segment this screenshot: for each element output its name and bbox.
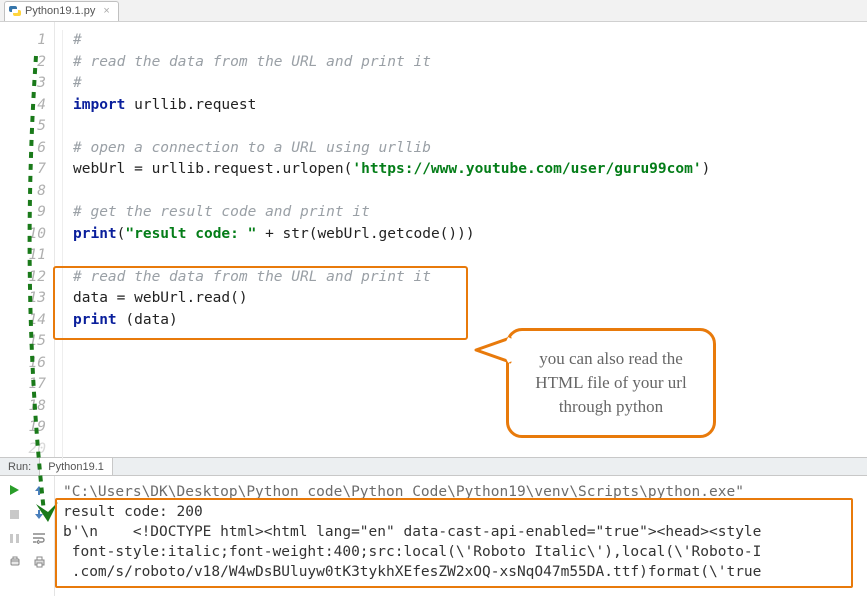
run-panel-header: Run: Python19.1: [0, 457, 867, 476]
file-tab-label: Python19.1.py: [25, 5, 95, 17]
highlight-box-output: [55, 498, 853, 588]
code-line: [73, 118, 82, 134]
python-file-icon: [9, 5, 21, 17]
output-area: "C:\Users\DK\Desktop\Python code\Python …: [0, 476, 867, 596]
pause-button[interactable]: [3, 528, 25, 548]
rerun-button[interactable]: [3, 480, 25, 500]
wrap-button[interactable]: [28, 528, 50, 548]
code-content[interactable]: # # read the data from the URL and print…: [55, 22, 867, 457]
code-line: # read the data from the URL and print i…: [73, 54, 431, 70]
code-line: print("result code: " + str(webUrl.getco…: [73, 226, 475, 242]
line-gutter: 1 2 3 4 5 6 7 8 9 10 11 12 13 14 15 16 1…: [0, 22, 55, 457]
editor[interactable]: 1 2 3 4 5 6 7 8 9 10 11 12 13 14 15 16 1…: [0, 22, 867, 457]
run-toolbar: [0, 476, 55, 596]
print-button[interactable]: [28, 552, 50, 572]
scroll-down-button[interactable]: [28, 504, 50, 524]
file-tab[interactable]: Python19.1.py ×: [4, 1, 119, 21]
code-line: import urllib.request: [73, 97, 256, 113]
scroll-up-button[interactable]: [28, 480, 50, 500]
code-line: #: [73, 32, 82, 48]
callout-text: you can also read the HTML file of your …: [521, 347, 701, 418]
stop-button[interactable]: [3, 504, 25, 524]
run-tab[interactable]: Python19.1: [40, 458, 113, 475]
code-line: [73, 247, 82, 263]
run-label: Run:: [0, 458, 40, 475]
callout-bubble: you can also read the HTML file of your …: [506, 328, 716, 438]
close-tab-icon[interactable]: ×: [103, 5, 109, 17]
trash-button[interactable]: [3, 552, 25, 572]
console-output[interactable]: "C:\Users\DK\Desktop\Python code\Python …: [55, 476, 867, 596]
code-line: # get the result code and print it: [73, 204, 370, 220]
editor-tab-bar: Python19.1.py ×: [0, 0, 867, 22]
code-line: #: [73, 75, 82, 91]
code-line: # open a connection to a URL using urlli…: [73, 140, 431, 156]
code-line: webUrl = urllib.request.urlopen('https:/…: [73, 161, 710, 177]
code-line: [73, 183, 82, 199]
highlight-box-code: [53, 266, 468, 340]
